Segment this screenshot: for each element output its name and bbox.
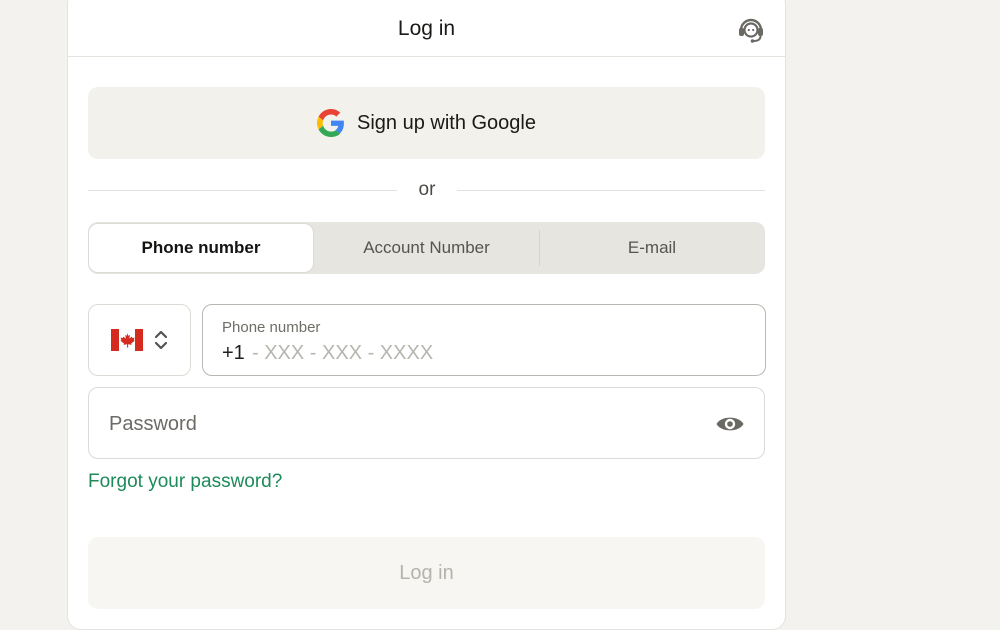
tab-phone-number[interactable]: Phone number (89, 224, 313, 272)
page-title: Log in (397, 17, 456, 40)
forgot-password-link[interactable]: Forgot your password? (88, 471, 282, 493)
google-signup-button[interactable]: Sign up with Google (88, 87, 765, 159)
phone-number-label: Phone number (222, 319, 321, 336)
divider-or: or (418, 179, 436, 200)
google-logo-icon (316, 109, 344, 137)
eye-icon[interactable] (715, 412, 745, 436)
headset-support-icon[interactable] (736, 15, 766, 45)
phone-number-field[interactable]: Phone number +1 (202, 304, 766, 376)
chevron-up-down-icon (154, 330, 167, 350)
login-card: Log in Sign up with Google or Phone numb… (67, 0, 786, 630)
divider-line-right (457, 190, 765, 191)
header: Log in (68, 1, 785, 57)
tab-email[interactable]: E-mail (540, 224, 764, 272)
password-input[interactable] (109, 410, 669, 438)
country-code-selector[interactable] (88, 304, 191, 376)
tab-account-number[interactable]: Account Number (314, 224, 539, 272)
login-submit-button[interactable]: Log in (88, 537, 765, 609)
login-method-tabs: Phone number Account Number E-mail (88, 222, 765, 274)
google-signup-label: Sign up with Google (356, 111, 536, 134)
phone-number-input[interactable] (252, 339, 732, 367)
password-field[interactable] (88, 387, 765, 459)
divider-line-left (88, 190, 397, 191)
phone-country-prefix: +1 (222, 342, 245, 364)
canada-flag-icon (110, 329, 143, 351)
